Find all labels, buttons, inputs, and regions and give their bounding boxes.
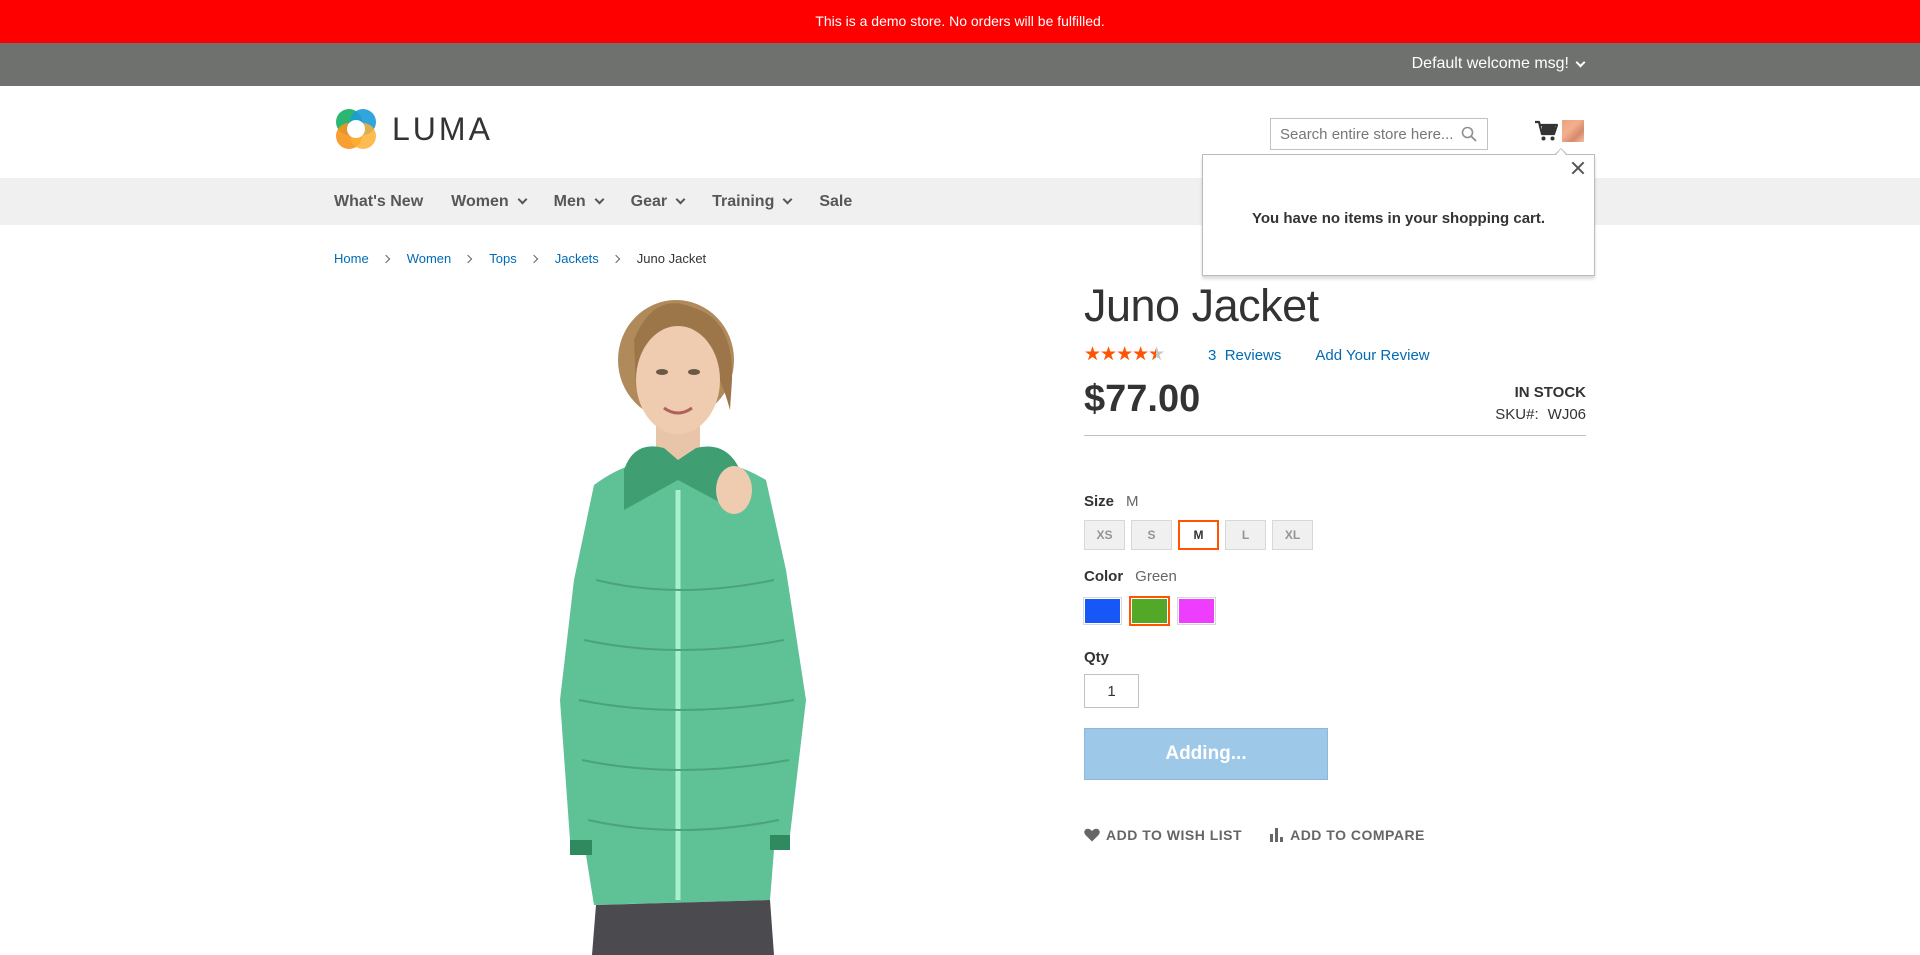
nav-item-sale[interactable]: Sale [819,193,852,211]
product-title: Juno Jacket [1084,280,1319,331]
demo-notice: This is a demo store. No orders will be … [0,0,1920,43]
search-input[interactable] [1271,119,1487,149]
sku-label: SKU#: [1495,406,1539,423]
luma-logo-icon [336,109,376,149]
color-swatches [1083,596,1216,626]
add-to-cart-button[interactable]: Adding... [1084,728,1328,780]
chevron-down-icon [594,194,605,205]
product-rating: ★★★★★ ★★★★★ 3 Reviews Add Your Review [1084,345,1430,364]
breadcrumb-tops[interactable]: Tops [489,251,516,266]
add-to-wishlist-link[interactable]: ADD TO WISH LIST [1084,827,1242,843]
welcome-dropdown[interactable]: Default welcome msg! [1411,55,1586,73]
add-to-compare-link[interactable]: ADD TO COMPARE [1270,827,1425,843]
breadcrumb-women[interactable]: Women [407,251,452,266]
avatar[interactable] [1562,120,1584,142]
search-icon[interactable] [1461,126,1477,142]
nav-item-men[interactable]: Men [554,193,605,211]
rating-stars: ★★★★★ ★★★★★ [1084,345,1174,364]
qty-label: Qty [1084,649,1110,666]
breadcrumb-home[interactable]: Home [334,251,369,266]
welcome-message: Default welcome msg! [1411,55,1569,72]
product-image[interactable] [334,280,1074,955]
nav-item-gear[interactable]: Gear [631,193,686,211]
panel-header: Default welcome msg! [0,43,1920,86]
breadcrumb: Home Women Tops Jackets Juno Jacket [334,251,706,266]
qty-input[interactable] [1084,674,1139,708]
chevron-down-icon [517,194,528,205]
divider [1084,435,1586,436]
size-option-l[interactable]: L [1225,520,1266,550]
color-swatch-purple[interactable] [1177,597,1216,625]
nav-item-women[interactable]: Women [451,193,528,211]
heart-icon [1084,828,1100,842]
chevron-right-icon [529,254,538,263]
breadcrumb-jackets[interactable]: Jackets [555,251,599,266]
size-option-xs[interactable]: XS [1084,520,1125,550]
nav-item-training[interactable]: Training [712,193,793,211]
breadcrumb-current: Juno Jacket [636,251,707,266]
chevron-down-icon [1575,57,1586,67]
product-price: $77.00 [1084,378,1201,420]
size-label: Size M [1084,493,1139,510]
minicart-dropdown: You have no items in your shopping cart. [1202,148,1595,276]
reviews-link[interactable]: 3 Reviews [1208,347,1281,364]
product-sku: SKU#: WJ06 [1495,406,1586,423]
color-selected-value: Green [1135,568,1177,585]
chevron-down-icon [675,194,686,205]
size-option-m[interactable]: M [1178,520,1219,550]
star-icon-filled: ★★★★★ [1084,346,1156,364]
compare-icon [1270,828,1284,842]
size-selected-value: M [1126,493,1139,510]
sku-value: WJ06 [1547,406,1586,423]
color-swatch-blue[interactable] [1083,597,1122,625]
chevron-down-icon [782,194,793,205]
chevron-right-icon [464,254,473,263]
product-photo [560,300,806,955]
product-social-links: ADD TO WISH LIST ADD TO COMPARE [1084,827,1453,843]
size-option-xl[interactable]: XL [1272,520,1313,550]
stock-status: IN STOCK [1514,384,1586,401]
main-navigation: What's New Women Men Gear Training Sale [0,178,1920,225]
color-swatch-green[interactable] [1129,596,1170,626]
cart-icon [1535,120,1559,141]
chevron-right-icon [381,254,390,263]
header: LUMA [0,86,1920,178]
logo[interactable]: LUMA [334,107,493,151]
minicart-empty-message: You have no items in your shopping cart. [1251,210,1546,227]
chevron-right-icon [611,254,621,263]
size-swatches: XS S M L XL [1084,520,1313,550]
color-label: Color Green [1084,568,1177,585]
logo-text: LUMA [392,110,493,147]
size-option-s[interactable]: S [1131,520,1172,550]
add-review-link[interactable]: Add Your Review [1315,347,1429,364]
nav-item-whats-new[interactable]: What's New [334,193,423,211]
search-box [1270,118,1488,150]
close-icon[interactable] [1568,158,1588,178]
